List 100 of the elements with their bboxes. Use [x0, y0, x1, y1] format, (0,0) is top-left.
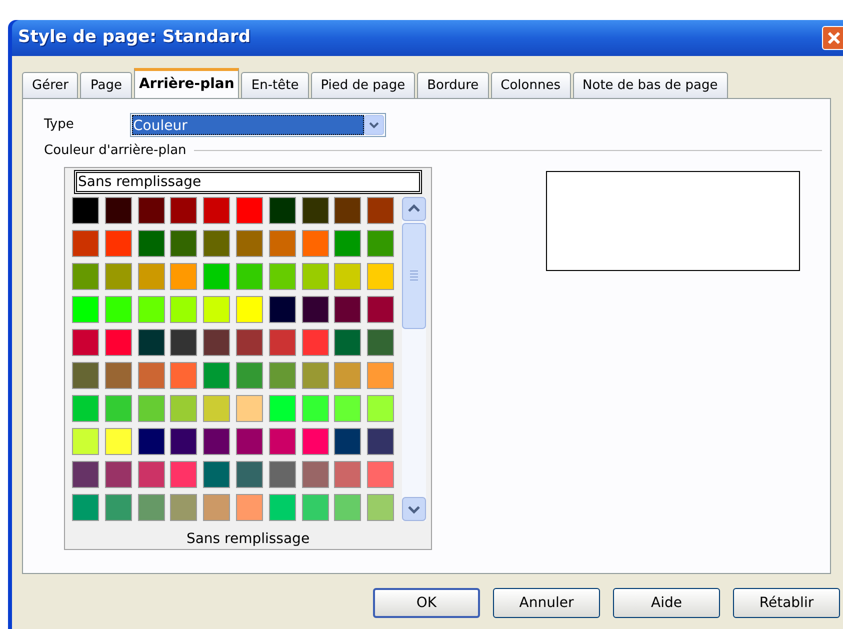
color-swatch[interactable] — [72, 494, 99, 520]
color-swatch[interactable] — [170, 296, 198, 322]
dialog-button[interactable]: Aide — [613, 588, 720, 618]
color-swatch[interactable] — [138, 394, 165, 422]
color-swatch[interactable] — [72, 428, 99, 454]
tab[interactable]: Colonnes — [490, 72, 571, 98]
color-swatch[interactable] — [302, 328, 329, 356]
color-swatch[interactable] — [138, 196, 165, 224]
color-swatch[interactable] — [268, 262, 296, 290]
color-swatch[interactable] — [203, 196, 230, 224]
color-swatch[interactable] — [236, 262, 263, 290]
color-swatch[interactable] — [268, 394, 296, 422]
color-swatch[interactable] — [170, 262, 198, 290]
color-swatch[interactable] — [334, 494, 362, 520]
color-swatch[interactable] — [367, 196, 394, 224]
color-swatch[interactable] — [367, 394, 394, 422]
color-swatch[interactable] — [203, 394, 230, 422]
color-swatch[interactable] — [170, 362, 198, 388]
dialog-button[interactable]: OK — [373, 588, 480, 618]
color-swatch[interactable] — [367, 428, 394, 454]
color-swatch[interactable] — [72, 460, 99, 488]
color-swatch[interactable] — [268, 362, 296, 388]
color-swatch[interactable] — [302, 196, 329, 224]
color-swatch[interactable] — [367, 460, 394, 488]
color-swatch[interactable] — [203, 460, 230, 488]
color-swatch[interactable] — [104, 230, 132, 256]
color-swatch[interactable] — [302, 262, 329, 290]
color-swatch[interactable] — [334, 362, 362, 388]
color-swatch[interactable] — [170, 428, 198, 454]
color-swatch[interactable] — [72, 296, 99, 322]
color-swatch[interactable] — [170, 328, 198, 356]
color-swatch[interactable] — [367, 230, 394, 256]
color-swatch[interactable] — [104, 196, 132, 224]
color-swatch[interactable] — [72, 196, 99, 224]
type-dropdown[interactable]: Couleur — [130, 113, 386, 137]
color-swatch[interactable] — [104, 428, 132, 454]
color-swatch[interactable] — [236, 394, 263, 422]
color-swatch[interactable] — [268, 196, 296, 224]
tab[interactable]: En-tête — [241, 72, 309, 98]
color-swatch[interactable] — [104, 460, 132, 488]
color-swatch[interactable] — [72, 328, 99, 356]
color-swatch[interactable] — [203, 262, 230, 290]
color-swatch[interactable] — [268, 296, 296, 322]
color-swatch[interactable] — [203, 428, 230, 454]
color-swatch[interactable] — [367, 494, 394, 520]
color-swatch[interactable] — [302, 460, 329, 488]
tab[interactable]: Page — [80, 72, 132, 98]
tab[interactable]: Pied de page — [310, 72, 416, 98]
tab[interactable]: Bordure — [417, 72, 489, 98]
tab[interactable]: Gérer — [22, 72, 78, 98]
color-swatch[interactable] — [138, 362, 165, 388]
color-swatch[interactable] — [302, 428, 329, 454]
color-swatch[interactable] — [72, 230, 99, 256]
color-swatch[interactable] — [302, 296, 329, 322]
color-swatch[interactable] — [203, 230, 230, 256]
color-swatch[interactable] — [203, 362, 230, 388]
color-swatch[interactable] — [104, 328, 132, 356]
color-swatch[interactable] — [367, 362, 394, 388]
color-swatch[interactable] — [138, 230, 165, 256]
color-swatch[interactable] — [367, 262, 394, 290]
color-swatch[interactable] — [104, 394, 132, 422]
color-swatch[interactable] — [268, 494, 296, 520]
color-swatch[interactable] — [138, 328, 165, 356]
color-swatch[interactable] — [203, 494, 230, 520]
color-swatch[interactable] — [104, 494, 132, 520]
color-swatch[interactable] — [170, 494, 198, 520]
color-swatch[interactable] — [203, 296, 230, 322]
color-swatch[interactable] — [334, 230, 362, 256]
color-swatch[interactable] — [367, 328, 394, 356]
color-swatch[interactable] — [302, 394, 329, 422]
color-swatch[interactable] — [236, 362, 263, 388]
color-swatch[interactable] — [334, 394, 362, 422]
color-swatch[interactable] — [236, 328, 263, 356]
color-swatch[interactable] — [334, 428, 362, 454]
color-swatch[interactable] — [268, 460, 296, 488]
color-swatch[interactable] — [268, 230, 296, 256]
color-swatch[interactable] — [302, 362, 329, 388]
color-swatch[interactable] — [302, 230, 329, 256]
color-swatch[interactable] — [203, 328, 230, 356]
color-swatch[interactable] — [72, 262, 99, 290]
scroll-up-icon[interactable] — [402, 196, 426, 220]
color-swatch[interactable] — [236, 196, 263, 224]
color-swatch[interactable] — [334, 328, 362, 356]
color-swatch[interactable] — [268, 328, 296, 356]
color-swatch[interactable] — [72, 394, 99, 422]
color-swatch[interactable] — [104, 296, 132, 322]
color-swatch[interactable] — [138, 494, 165, 520]
tab[interactable]: Arrière-plan — [134, 68, 240, 98]
color-swatch[interactable] — [72, 362, 99, 388]
scroll-thumb[interactable] — [402, 222, 426, 328]
color-swatch[interactable] — [170, 460, 198, 488]
color-swatch[interactable] — [138, 296, 165, 322]
color-swatch[interactable] — [104, 362, 132, 388]
color-name-field[interactable]: Sans remplissage — [74, 170, 422, 194]
color-swatch[interactable] — [334, 196, 362, 224]
color-swatch[interactable] — [170, 394, 198, 422]
dialog-button[interactable]: Rétablir — [733, 588, 840, 618]
color-swatch[interactable] — [138, 460, 165, 488]
color-swatch[interactable] — [334, 262, 362, 290]
color-swatch[interactable] — [367, 296, 394, 322]
